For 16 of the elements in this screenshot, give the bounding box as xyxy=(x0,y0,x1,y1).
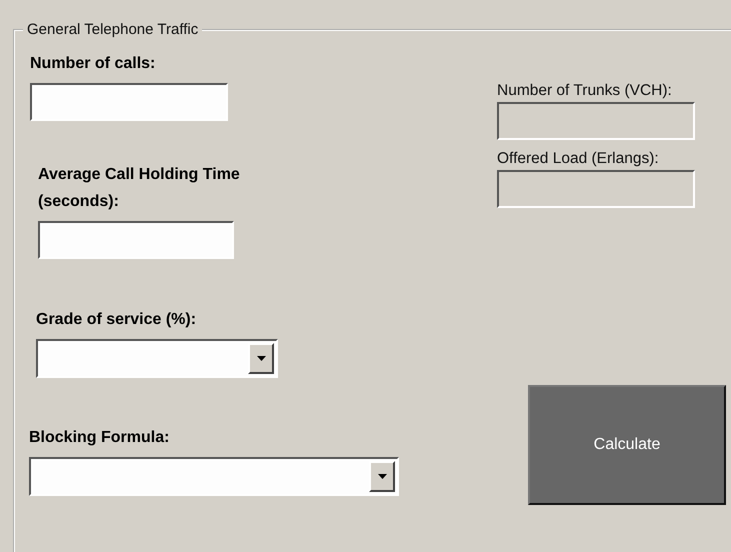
group-title: General Telephone Traffic xyxy=(26,21,200,38)
dropdown-button[interactable] xyxy=(248,343,274,374)
field-label: Offered Load (Erlangs): xyxy=(497,150,659,168)
caret-icon xyxy=(378,474,386,479)
field-label: Average Call Holding Time (seconds): xyxy=(38,165,241,212)
dropdown[interactable] xyxy=(29,457,399,496)
input-field[interactable] xyxy=(38,221,234,259)
field-label: Number of calls: xyxy=(30,54,156,74)
calculate-button[interactable]: Calculate xyxy=(528,385,726,505)
field-label: Blocking Formula: xyxy=(29,428,170,448)
dropdown[interactable] xyxy=(36,339,278,378)
dropdown-button[interactable] xyxy=(369,461,395,492)
input-field[interactable] xyxy=(30,83,228,121)
field-label: Grade of service (%): xyxy=(36,310,198,330)
field-label: Number of Trunks (VCH): xyxy=(497,82,672,100)
caret-icon xyxy=(256,356,266,361)
